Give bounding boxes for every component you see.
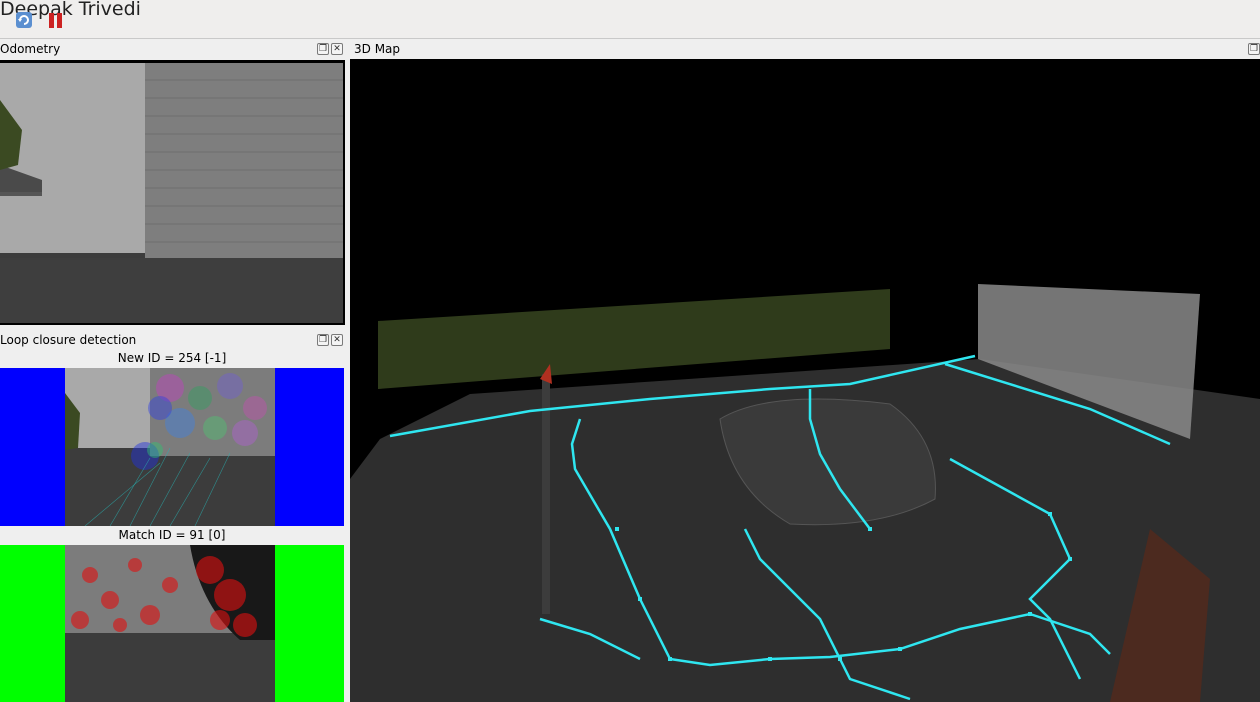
float-icon: ❐ xyxy=(318,44,328,54)
float-icon: ❐ xyxy=(1249,44,1259,54)
odometry-float-button[interactable]: ❐ xyxy=(317,43,329,55)
odometry-title: Odometry xyxy=(0,42,61,56)
pause-button[interactable] xyxy=(46,10,66,30)
loop-closure-float-button[interactable]: ❐ xyxy=(317,334,329,346)
match-image-view xyxy=(0,545,344,702)
refresh-icon xyxy=(16,12,32,28)
float-icon: ❐ xyxy=(318,335,328,345)
loop-closure-dock-header: Loop closure detection ❐ ✕ xyxy=(0,331,346,350)
pause-icon xyxy=(49,13,62,28)
main-toolbar: Deepak Trivedi xyxy=(0,0,1260,39)
odometry-dock-header: Odometry ❐ ✕ xyxy=(0,40,346,59)
close-icon: ✕ xyxy=(333,335,341,345)
close-icon: ✕ xyxy=(333,44,341,54)
odometry-close-button[interactable]: ✕ xyxy=(331,43,343,55)
refresh-button[interactable] xyxy=(14,10,34,30)
map3d-float-button[interactable]: ❐ xyxy=(1248,43,1260,55)
new-id-label: New ID = 254 [-1] xyxy=(117,351,227,365)
odometry-view xyxy=(0,60,345,325)
loop-closure-close-button[interactable]: ✕ xyxy=(331,334,343,346)
map3d-title: 3D Map xyxy=(354,42,401,56)
new-image-view xyxy=(0,368,344,526)
map3d-viewport[interactable] xyxy=(350,59,1260,702)
map3d-dock-header: 3D Map ❐ xyxy=(350,40,1260,59)
loop-closure-title: Loop closure detection xyxy=(0,333,137,347)
match-id-label: Match ID = 91 [0] xyxy=(118,528,226,542)
